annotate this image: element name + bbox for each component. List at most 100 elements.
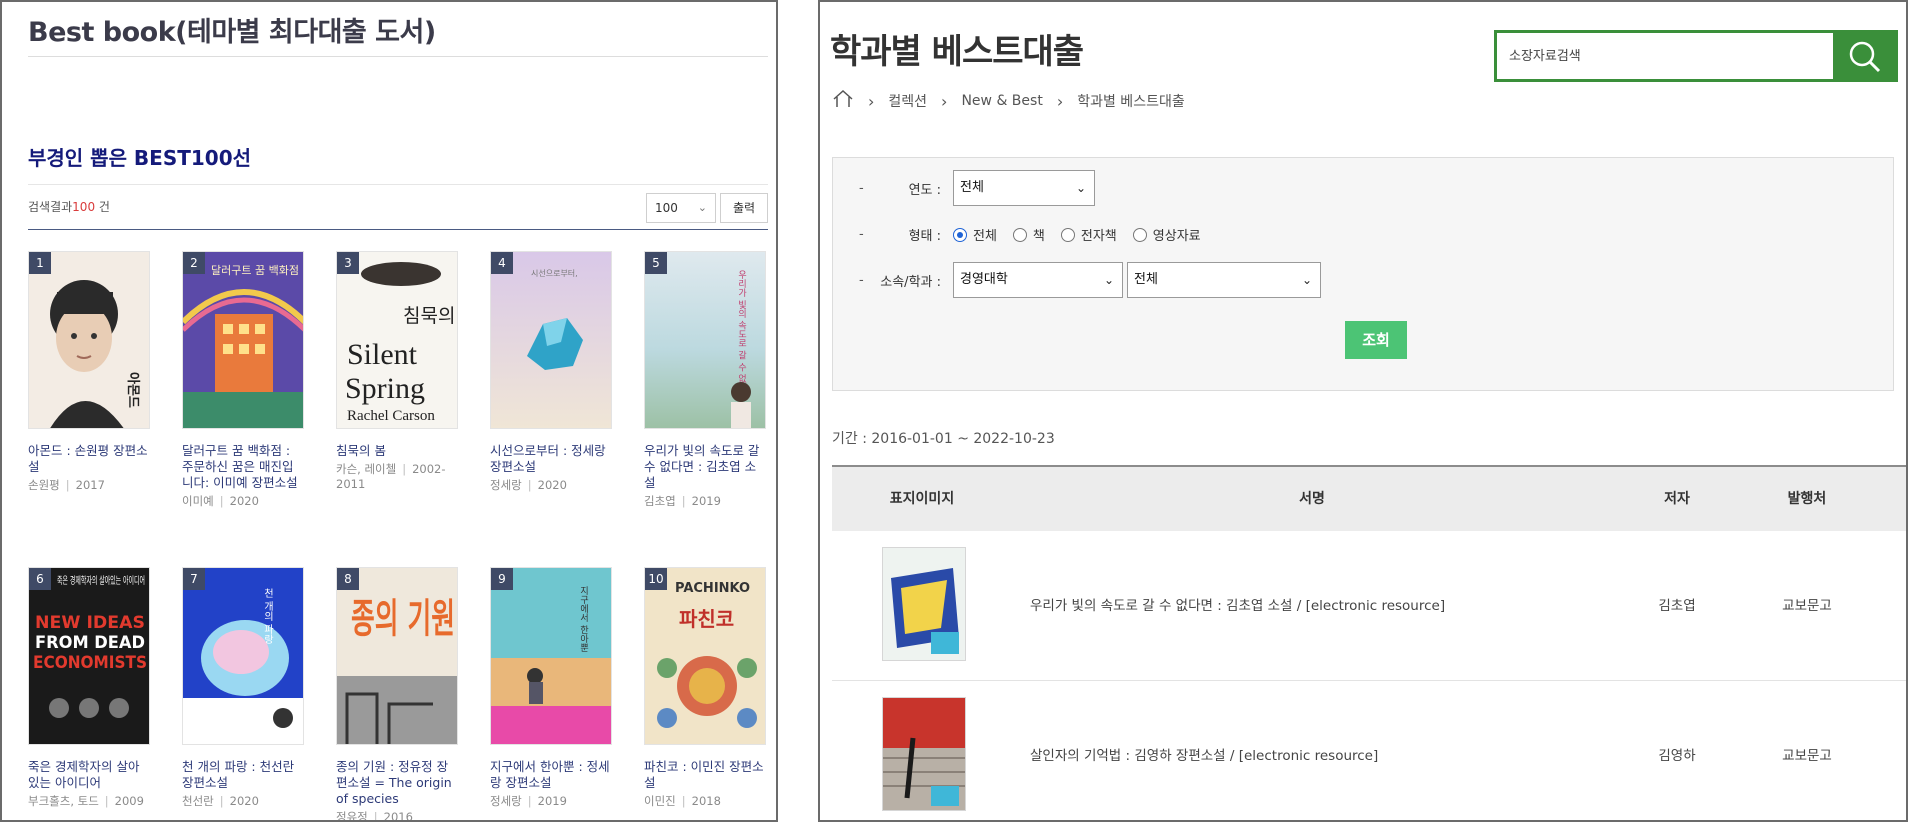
- type-radio-video[interactable]: 영상자료: [1132, 225, 1201, 244]
- book-item[interactable]: 3 침묵의 봄 Silent Spring Rachel Carson 침묵의 …: [336, 251, 458, 491]
- college-select[interactable]: 경영대학 ⌄: [953, 262, 1123, 298]
- section-title: 부경인 뽑은 BEST100선: [28, 146, 252, 170]
- divider: [28, 184, 768, 185]
- book-title[interactable]: 죽은 경제학자의 살아있는 아이디어: [28, 759, 150, 791]
- header-title: 서명: [1299, 491, 1325, 507]
- cover-text: Rachel Carson: [347, 408, 435, 424]
- home-icon[interactable]: [832, 89, 854, 112]
- thumb-image: [883, 548, 965, 660]
- row-publisher: 교보문고: [1782, 748, 1832, 764]
- type-radio-all[interactable]: 전체: [953, 225, 997, 244]
- dept-select[interactable]: 전체 ⌄: [1127, 262, 1321, 298]
- year-select[interactable]: 전체 ⌄: [953, 170, 1095, 206]
- cover-text: Spring: [345, 372, 425, 405]
- cover-text: 파친코: [679, 607, 734, 631]
- book-cover[interactable]: 4 시선으로부터,: [490, 251, 612, 429]
- chevron-right-icon: ›: [868, 91, 875, 111]
- cover-image-almond: 아몬드: [29, 252, 149, 428]
- chevron-right-icon: ›: [1056, 91, 1064, 111]
- breadcrumb-item[interactable]: 학과별 베스트대출: [1077, 91, 1185, 111]
- book-thumbnail[interactable]: [882, 697, 966, 811]
- book-item[interactable]: 7 천 개의 파랑 천 개의 파랑 : 천선란 장편소설 천선란 | 2020: [182, 567, 304, 809]
- year-label: 연도 :: [908, 182, 941, 198]
- chevron-down-icon: ⌄: [697, 201, 707, 214]
- book-title[interactable]: 파친코 : 이민진 장편소설: [644, 759, 766, 791]
- book-meta: 정세랑 | 2020: [490, 478, 567, 492]
- cover-image-hana: 지구에서 한아뿐: [491, 568, 611, 744]
- table-header: 표지이미지 서명 저자 발행처 발행년: [832, 467, 1906, 531]
- book-meta: 천선란 | 2020: [182, 794, 259, 808]
- book-title[interactable]: 시선으로부터 : 정세랑 장편소설: [490, 443, 612, 475]
- radio-label: 책: [1032, 229, 1045, 244]
- header-cover: 표지이미지: [889, 491, 955, 507]
- result-prefix: 검색결과: [28, 200, 73, 214]
- book-cover[interactable]: 6 죽은 경제학자의 살아있는 아이디어 NEW IDEAS FROM DEAD…: [28, 567, 150, 745]
- search-input[interactable]: [1497, 33, 1833, 79]
- cover-image-speed-of-light: 우리가 빛의 속도로 갈 수 없다면: [645, 252, 765, 428]
- search-button[interactable]: [1833, 33, 1895, 79]
- type-label: 형태 :: [908, 229, 941, 244]
- book-cover[interactable]: 3 침묵의 봄 Silent Spring Rachel Carson: [336, 251, 458, 429]
- print-button[interactable]: 출력: [720, 193, 768, 223]
- cover-text: 종의 기원: [351, 596, 455, 642]
- dash: -: [859, 227, 864, 242]
- book-item[interactable]: 1 아몬드 아몬드 : 손원평 장편소설 손원평 | 2017: [28, 251, 150, 493]
- book-thumbnail[interactable]: [882, 547, 966, 661]
- breadcrumb-item[interactable]: New & Best: [961, 93, 1042, 109]
- book-cover[interactable]: 9 지구에서 한아뿐: [490, 567, 612, 745]
- radio-indicator: [953, 227, 967, 242]
- book-item[interactable]: 5 우리가 빛의 속도로 갈 수 없다면 우리가 빛의 속도로 갈 수 없다면 …: [644, 251, 766, 509]
- cover-text: ECONOMISTS: [33, 653, 147, 673]
- book-author: 이민진: [644, 794, 676, 808]
- book-title[interactable]: 지구에서 한아뿐 : 정세랑 장편소설: [490, 759, 612, 791]
- book-item[interactable]: 2 달러구트 꿈 백화점 달러구트 꿈 백화점 : 주문하신 꿈은 매진입니다:…: [182, 251, 304, 509]
- thumb-image: [883, 698, 965, 810]
- breadcrumb-item[interactable]: 컬렉션: [888, 91, 927, 111]
- book-title[interactable]: 아몬드 : 손원평 장편소설: [28, 443, 150, 475]
- chevron-down-icon: ⌄: [1075, 181, 1086, 195]
- row-title[interactable]: 우리가 빛의 속도로 갈 수 없다면 : 김초엽 소설 / [electroni…: [1012, 531, 1612, 681]
- row-year: 2013: [1872, 681, 1906, 820]
- dept-select-value: 전체: [1134, 272, 1158, 287]
- book-title[interactable]: 침묵의 봄: [336, 443, 458, 459]
- book-item[interactable]: 10 PACHINKO 파친코 파친코 : 이민진 장편소설 이민진 | 2018: [644, 567, 766, 809]
- book-cover[interactable]: 5 우리가 빛의 속도로 갈 수 없다면: [644, 251, 766, 429]
- type-radio-book[interactable]: 책: [1012, 225, 1045, 244]
- dept-best-panel: 학과별 베스트대출 › 컬렉션 › New & Best › 학과별 베스트대출…: [818, 0, 1908, 822]
- book-cover[interactable]: 10 PACHINKO 파친코: [644, 567, 766, 745]
- book-item[interactable]: 9 지구에서 한아뿐 지구에서 한아뿐 : 정세랑 장편소설 정세랑 | 2019: [490, 567, 612, 809]
- book-cover[interactable]: 2 달러구트 꿈 백화점: [182, 251, 304, 429]
- book-year: 2009: [114, 794, 144, 808]
- rank-badge: 2: [183, 252, 205, 274]
- book-meta: 정유정 | 2016: [336, 810, 413, 822]
- filter-panel: - 연도 : 전체 ⌄ - 형태 : 전체 책 전자책 영상자료 - 소속/학과…: [832, 157, 1894, 391]
- book-year: 2019: [691, 494, 721, 508]
- type-radio-ebook[interactable]: 전자책: [1060, 225, 1117, 244]
- cover-text: 지구에서 한아뿐: [578, 586, 588, 652]
- result-suffix: 건: [95, 200, 110, 214]
- book-title[interactable]: 달러구트 꿈 백화점 : 주문하신 꿈은 매진입니다: 이미예 장편소설: [182, 443, 304, 491]
- book-year: 2019: [537, 794, 567, 808]
- book-cover[interactable]: 7 천 개의 파랑: [182, 567, 304, 745]
- cover-image-sisun: 시선으로부터,: [491, 252, 611, 428]
- table-row: 살인자의 기억법 : 김영하 장편소설 / [electronic resour…: [832, 681, 1906, 820]
- dash: -: [859, 180, 864, 196]
- radio-label: 영상자료: [1152, 229, 1201, 244]
- rank-badge: 1: [29, 252, 51, 274]
- book-item[interactable]: 6 죽은 경제학자의 살아있는 아이디어 NEW IDEAS FROM DEAD…: [28, 567, 150, 809]
- book-title[interactable]: 우리가 빛의 속도로 갈 수 없다면 : 김초엽 소설: [644, 443, 766, 491]
- book-year: 2020: [229, 794, 259, 808]
- result-count-text: 검색결과100 건: [28, 198, 110, 215]
- dept-filter-row: - 소속/학과 : 경영대학 ⌄ 전체 ⌄: [859, 262, 1321, 298]
- book-cover[interactable]: 1 아몬드: [28, 251, 150, 429]
- cover-text: Silent: [347, 338, 418, 371]
- book-item[interactable]: 8 종의 기원 종의 기원 : 정유정 장편소설 = The origin of…: [336, 567, 458, 822]
- submit-search-button[interactable]: 조회: [1345, 321, 1407, 359]
- row-title[interactable]: 살인자의 기억법 : 김영하 장편소설 / [electronic resour…: [1012, 681, 1612, 820]
- book-title[interactable]: 천 개의 파랑 : 천선란 장편소설: [182, 759, 304, 791]
- book-title[interactable]: 종의 기원 : 정유정 장편소설 = The origin of species: [336, 759, 458, 807]
- book-cover[interactable]: 8 종의 기원: [336, 567, 458, 745]
- book-year: 2018: [691, 794, 721, 808]
- book-item[interactable]: 4 시선으로부터, 시선으로부터 : 정세랑 장편소설 정세랑 | 2020: [490, 251, 612, 493]
- page-size-select[interactable]: 100 ⌄: [646, 193, 716, 223]
